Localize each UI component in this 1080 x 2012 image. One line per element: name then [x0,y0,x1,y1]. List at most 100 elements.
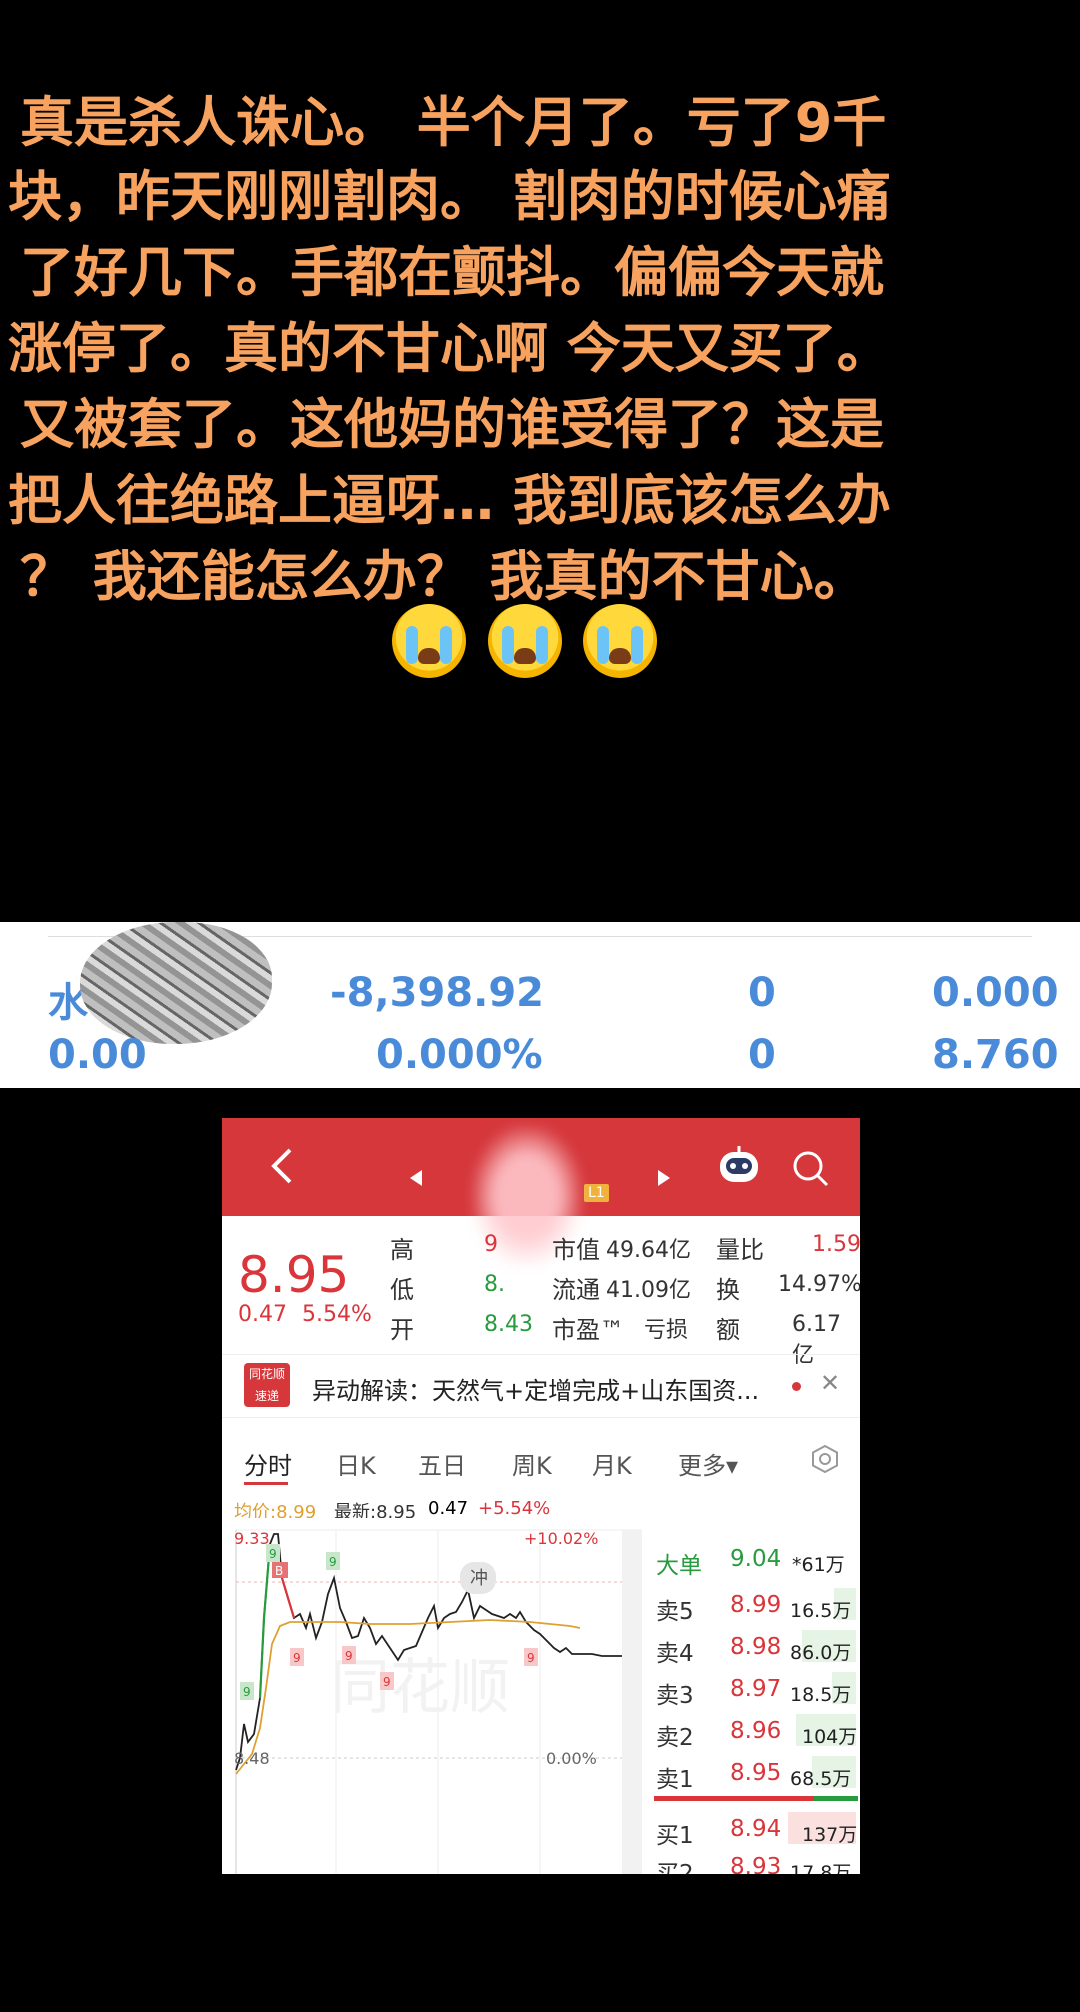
high-value: 9 [484,1232,498,1257]
news-text[interactable]: 异动解读：天然气+定增完成+山东国资... [312,1371,759,1406]
turnover-value: 14.97% [778,1272,860,1297]
big-order-price: 9.04 [730,1546,782,1572]
ask1-price: 8.95 [730,1760,782,1786]
post-line: 了好几下。手都在颤抖。偏偏今天就 [20,241,884,304]
tab-more[interactable]: 更多▾ [678,1446,738,1481]
settings-icon[interactable] [810,1444,840,1478]
ask1-label: 卖1 [656,1767,694,1793]
amount-value: 0.00 [48,1032,147,1078]
tab-five-day[interactable]: 五日 [418,1446,466,1481]
low-value: 8. [484,1272,505,1297]
ask5-vol: 16.5万 [790,1600,852,1622]
post-line: 块，昨天刚刚割肉。 割肉的时候心痛 [8,165,891,228]
pnl-value: -8,398.92 [330,970,544,1016]
info-change: 0.47 [428,1498,469,1519]
crying-face-icon [487,604,562,678]
tab-intraday[interactable]: 分时 [244,1446,292,1481]
bid2-price: 8.93 [730,1854,782,1874]
svg-text:9: 9 [269,1547,277,1561]
svg-text:同花顺: 同花顺 [330,1653,510,1723]
back-icon[interactable] [268,1146,296,1195]
robot-assistant-icon[interactable] [716,1142,762,1197]
prev-stock-icon[interactable] [408,1156,424,1197]
emoji-row [392,604,659,692]
pe-label: 市盈™ [552,1316,624,1344]
redaction-foil [80,922,272,1044]
svg-text:9: 9 [243,1685,251,1699]
pnl-pct: 0.000% [376,1032,543,1078]
mcap-label: 市值 [552,1236,600,1264]
tab-weekly[interactable]: 周K [512,1446,552,1481]
svg-text:9: 9 [329,1555,337,1569]
bid1-label: 买1 [656,1823,694,1849]
close-icon[interactable]: ✕ [820,1369,840,1397]
low-label: 低 [390,1276,414,1304]
tab-daily[interactable]: 日K [336,1446,376,1481]
bid2-vol: 17.8万 [790,1862,852,1874]
float-label: 流通 [552,1276,600,1304]
crying-face-icon [583,604,658,678]
crying-face-icon [392,604,466,678]
vol-ratio-label: 量比 [716,1236,764,1264]
open-value: 8.43 [484,1312,533,1337]
vol-ratio-value: 1.59 [812,1232,860,1257]
position-table: 水 -8,398.92 0 0.000 0.00 0.000% 0 8.760 [0,922,1080,1088]
ask3-label: 卖3 [656,1683,694,1709]
post-text-block: 真是杀人诛心。 半个月了。亏了9千 块，昨天刚刚割肉。 割肉的时候心痛 了好几下… [0,0,1080,920]
mcap-value: 49.64亿 [606,1238,691,1263]
stock-app-screen: L1 8.95 0.47 5.54% 高 低 开 9 8. 8.43 市值 流通… [222,1118,860,1874]
svg-text:9: 9 [345,1649,353,1663]
news-ticker[interactable]: 同花顺 速递 异动解读：天然气+定增完成+山东国资... ✕ [222,1354,860,1418]
post-line: ？ 我还能怎么办？ 我真的不甘心。 [20,545,868,608]
ths-logo: 同花顺 速递 [244,1363,290,1407]
level-badge: L1 [584,1184,609,1202]
high-label: 高 [390,1236,414,1264]
ask2-label: 卖2 [656,1725,694,1751]
float-value: 41.09亿 [606,1278,691,1303]
ask3-vol: 18.5万 [790,1684,852,1706]
big-order-vol: *61万 [792,1554,845,1576]
qty-value: 0 [748,970,776,1016]
svg-text:9: 9 [527,1651,535,1665]
ask4-vol: 86.0万 [790,1642,852,1664]
amount-label: 额 [716,1316,740,1344]
buy-mark: B [275,1564,283,1578]
big-order-label: 大单 [656,1553,702,1579]
search-icon[interactable] [790,1148,830,1197]
price-change-pct: 5.54% [302,1302,372,1327]
bid1-price: 8.94 [730,1816,782,1842]
ask2-price: 8.96 [730,1718,782,1744]
tab-monthly[interactable]: 月K [592,1446,632,1481]
ask4-label: 卖4 [656,1641,694,1667]
chong-label: 冲 [470,1568,488,1589]
post-line: 真是杀人诛心。 半个月了。亏了9千 [20,91,887,154]
post-line: 把人往绝路上逼呀… 我到底该怎么办 [8,469,891,532]
open-label: 开 [390,1316,414,1344]
price-value: 0.000 [932,970,1059,1016]
base-pct-label: 0.00% [546,1749,597,1768]
next-stock-icon[interactable] [656,1156,672,1197]
ask5-price: 8.99 [730,1592,782,1618]
intraday-chart[interactable]: 同花顺 9.33 +10.02% 8.48 0.00% 冲 B 9 9 9 9 … [230,1518,650,1874]
ask3-price: 8.97 [730,1676,782,1702]
current-price: 8.95 [238,1246,350,1304]
pe-value: 亏损 [644,1318,689,1343]
price-change: 0.47 [238,1302,287,1327]
unread-dot [792,1382,801,1391]
top-pct-label: +10.02% [524,1529,598,1548]
current-price: 8.760 [932,1032,1059,1078]
tab-underline [244,1482,288,1485]
turnover-label: 换 [716,1276,740,1304]
ask2-vol: 104万 [802,1726,858,1748]
bid-ask-divider-green [814,1796,858,1801]
post-line: 又被套了。这他妈的谁受得了？这是 [20,393,884,456]
info-change-pct: +5.54% [478,1498,551,1519]
bid1-vol: 137万 [802,1824,858,1846]
post-line: 涨停了。真的不甘心啊 今天又买了。 [8,317,891,380]
base-price-label: 8.48 [234,1749,270,1768]
top-price-label: 9.33 [234,1529,270,1548]
ask5-label: 卖5 [656,1599,694,1625]
bid2-label: 买2 [656,1861,694,1874]
bid-ask-divider-red [654,1796,814,1801]
ask1-vol: 68.5万 [790,1768,852,1790]
